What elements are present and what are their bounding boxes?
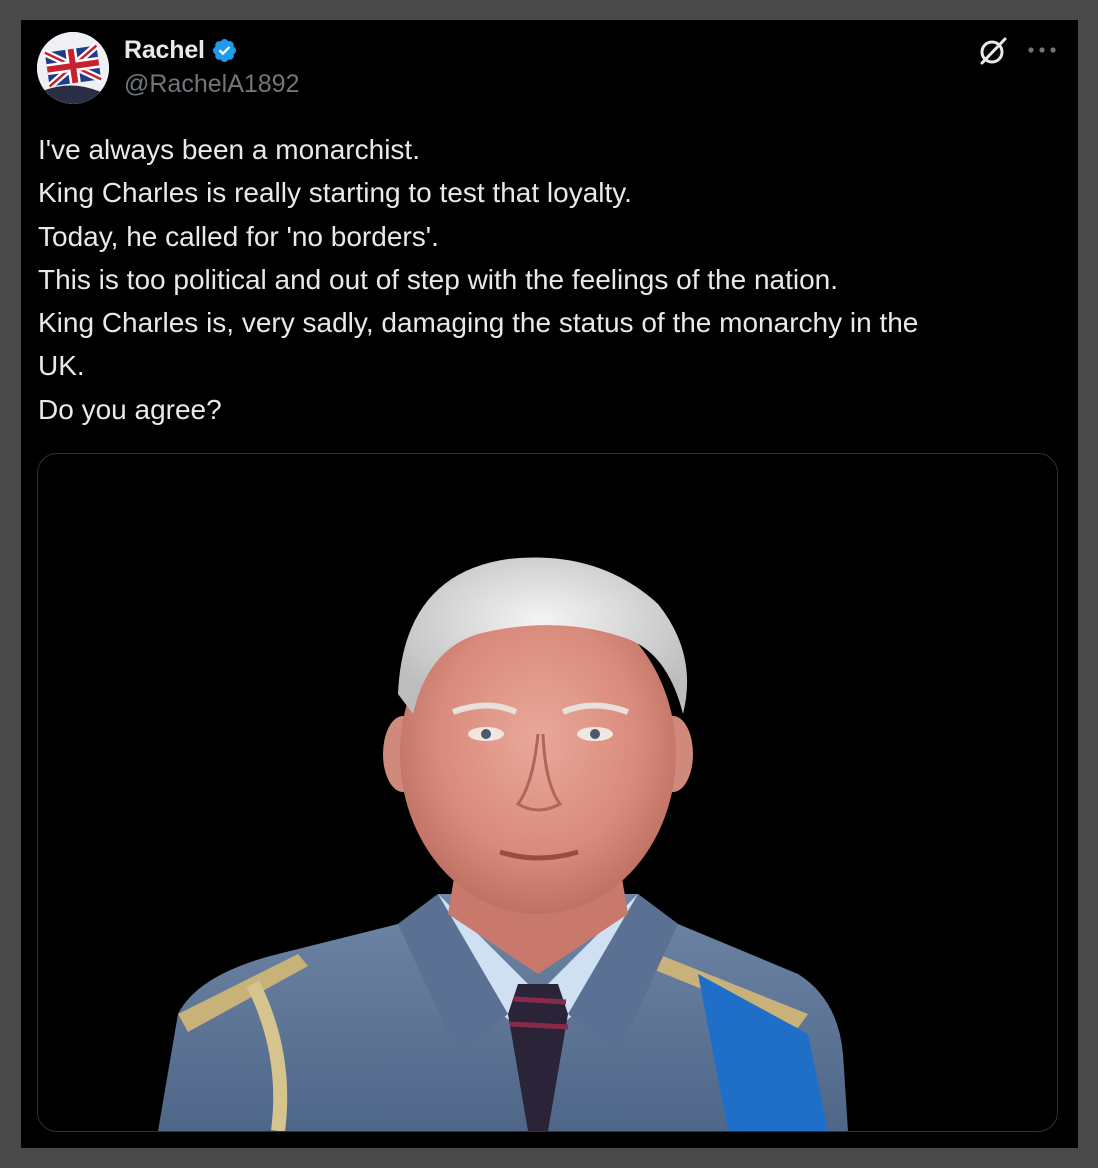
tweet-line: Do you agree? bbox=[38, 393, 222, 425]
tweet-line: King Charles is, very sadly, damaging th… bbox=[38, 307, 919, 339]
avatar[interactable] bbox=[37, 32, 109, 104]
author-handle[interactable]: @RachelA1892 bbox=[124, 70, 300, 99]
union-jack-icon bbox=[37, 32, 109, 104]
tweet-line: King Charles is really starting to test … bbox=[38, 177, 632, 209]
grok-icon[interactable] bbox=[976, 34, 1010, 68]
tweet-card: Rachel @RachelA1892 I've always been a m… bbox=[21, 20, 1078, 1148]
tweet-line: Today, he called for 'no borders'. bbox=[38, 220, 439, 252]
more-horizontal-icon[interactable] bbox=[1024, 35, 1060, 65]
tweet-media-image[interactable] bbox=[37, 453, 1058, 1132]
display-name[interactable]: Rachel bbox=[124, 36, 205, 65]
portrait-photo bbox=[38, 454, 1057, 1131]
author-name-row[interactable]: Rachel bbox=[124, 33, 238, 67]
tweet-line: UK. bbox=[38, 350, 85, 382]
verified-badge-icon bbox=[212, 38, 236, 62]
tweet-line: This is too political and out of step wi… bbox=[38, 263, 839, 295]
tweet-line: I've always been a monarchist. bbox=[38, 134, 420, 165]
tweet-text: I've always been a monarchist. King Char… bbox=[38, 128, 1058, 431]
